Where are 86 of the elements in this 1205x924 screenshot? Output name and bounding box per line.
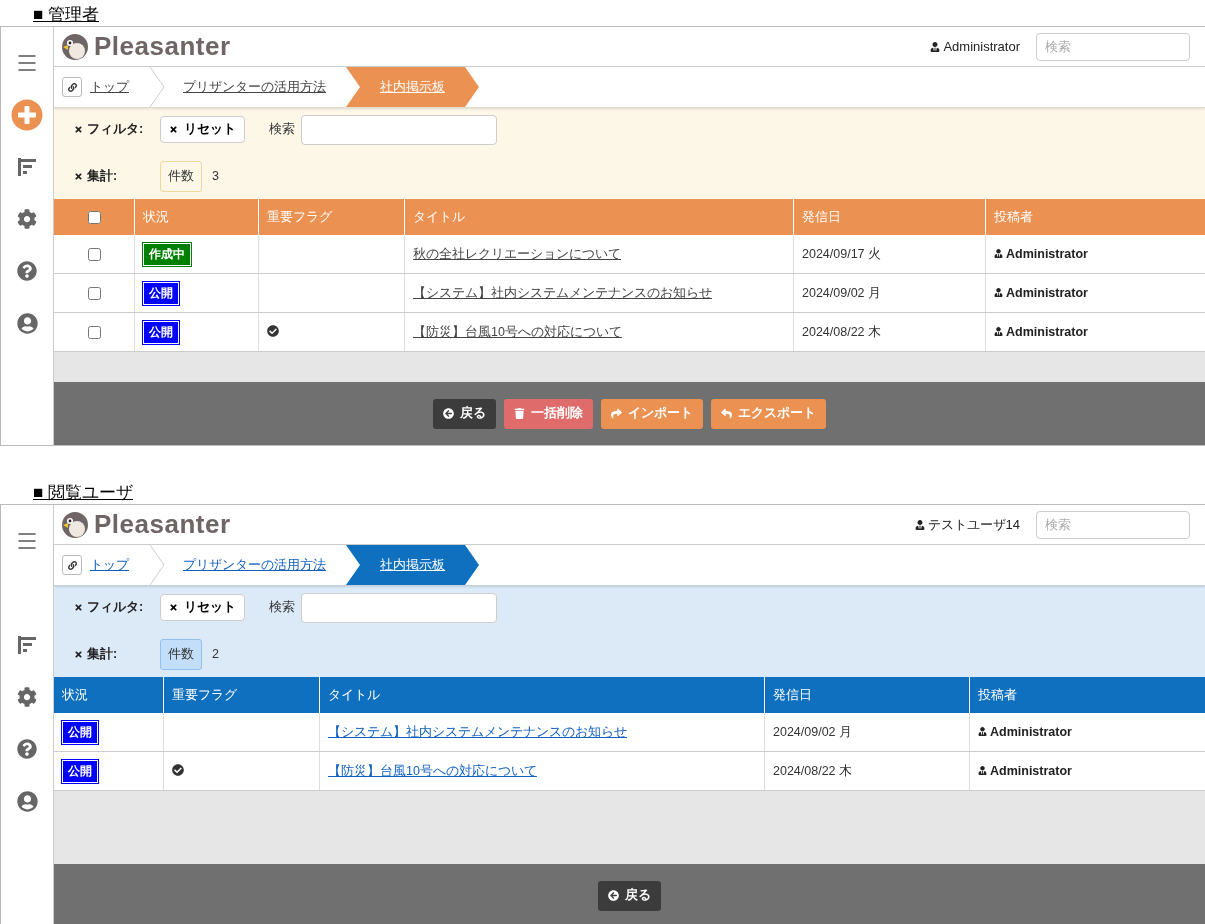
search-field[interactable]: 検索 (1036, 32, 1190, 61)
status-tag: 公開 (62, 759, 98, 783)
author-name: Administrator (1006, 324, 1088, 339)
help-icon[interactable] (17, 739, 37, 759)
link-icon[interactable] (62, 555, 82, 575)
breadcrumb-link[interactable]: プリザンターの活用方法 (183, 545, 326, 585)
breadcrumb-link[interactable]: 社内掲示板 (346, 545, 479, 585)
arrow-left-icon (608, 890, 619, 901)
row-checkbox[interactable] (87, 286, 101, 300)
date-text: 2024/09/02 月 (802, 285, 882, 300)
select-all-checkbox[interactable] (87, 210, 101, 224)
date-text: 2024/09/02 月 (773, 724, 853, 739)
sort-icon[interactable] (17, 635, 37, 655)
settings-icon[interactable] (17, 687, 37, 707)
back-button[interactable]: 戻る (433, 398, 496, 429)
date-text: 2024/08/22 木 (773, 763, 853, 778)
user-icon (930, 41, 941, 52)
status-tag: 公開 (143, 281, 179, 305)
user-name[interactable]: テストユーザ14 (927, 515, 1020, 534)
close-icon[interactable] (74, 649, 83, 659)
date-text: 2024/09/17 火 (802, 246, 882, 261)
author-name: Administrator (990, 763, 1072, 778)
title-link[interactable]: 秋の全社レクリエーションについて (413, 246, 621, 261)
breadcrumb-link[interactable]: トップ (90, 67, 129, 107)
trash-icon (514, 408, 525, 419)
link-icon[interactable] (62, 77, 82, 97)
title-link[interactable]: 【システム】社内システムメンテナンスのお知らせ (413, 285, 712, 300)
close-icon[interactable] (74, 603, 83, 612)
author-name: Administrator (1006, 246, 1088, 261)
title-link[interactable]: 【システム】社内システムメンテナンスのお知らせ (328, 724, 627, 739)
bird-logo-icon (60, 31, 90, 62)
status-tag: 公開 (62, 720, 98, 744)
close-icon (169, 125, 178, 134)
user-icon (994, 249, 1003, 259)
close-icon (169, 603, 178, 612)
count-chip[interactable]: 件数 (160, 160, 202, 192)
title-link[interactable]: 【防災】台風10号への対応について (328, 763, 537, 778)
aggregate-label: 集計: (87, 645, 118, 663)
user-icon (978, 727, 987, 737)
arrow-left-icon (443, 408, 454, 419)
logo-text[interactable]: Pleasanter (94, 31, 231, 62)
filter-search-field[interactable] (301, 592, 497, 623)
breadcrumb-link[interactable]: プリザンターの活用方法 (183, 67, 326, 107)
section-caption: ■ 閲覧ユーザ (33, 482, 133, 504)
column-header[interactable]: タイトル (328, 687, 380, 702)
close-icon[interactable] (74, 125, 83, 134)
settings-icon[interactable] (17, 209, 37, 229)
column-header[interactable]: 重要フラグ (172, 687, 237, 702)
row-checkbox[interactable] (87, 247, 101, 261)
search-label: 検索 (269, 599, 295, 616)
column-header[interactable]: 投稿者 (978, 687, 1017, 702)
reset-button[interactable]: リセット (160, 116, 245, 143)
filter-label: フィルタ: (87, 599, 144, 616)
logo-text[interactable]: Pleasanter (94, 509, 231, 540)
count-value: 2 (212, 647, 219, 661)
user-name[interactable]: Administrator (943, 39, 1020, 54)
bird-logo-icon (60, 509, 90, 540)
reply-arrow-icon (721, 408, 732, 419)
help-icon[interactable] (17, 261, 37, 281)
close-icon[interactable] (74, 171, 83, 181)
section-caption: ■ 管理者 (33, 4, 99, 26)
user-icon (994, 327, 1003, 337)
date-text: 2024/08/22 木 (802, 324, 882, 339)
arrow-right-icon (611, 408, 622, 419)
user-icon (994, 288, 1003, 298)
breadcrumb-link[interactable]: トップ (90, 545, 129, 585)
author-name: Administrator (990, 724, 1072, 739)
status-tag: 公開 (143, 320, 179, 344)
search-field[interactable]: 検索 (1036, 510, 1190, 539)
count-chip[interactable]: 件数 (160, 638, 202, 670)
search-label: 検索 (269, 121, 295, 138)
status-tag: 作成中 (143, 242, 191, 266)
user-icon (978, 766, 987, 776)
column-header[interactable]: 発信日 (773, 687, 812, 702)
filter-label: フィルタ: (87, 121, 144, 138)
row-checkbox[interactable] (87, 325, 101, 339)
back-button[interactable]: 戻る (598, 880, 661, 911)
title-link[interactable]: 【防災】台風10号への対応について (413, 324, 622, 339)
user-icon (914, 519, 925, 530)
reset-button[interactable]: リセット (160, 594, 245, 621)
count-value: 3 (212, 169, 219, 183)
aggregate-label: 集計: (87, 167, 118, 185)
filter-search-field[interactable] (301, 114, 497, 145)
column-header[interactable]: 状況 (62, 687, 88, 702)
author-name: Administrator (1006, 285, 1088, 300)
sort-icon[interactable] (17, 157, 37, 177)
